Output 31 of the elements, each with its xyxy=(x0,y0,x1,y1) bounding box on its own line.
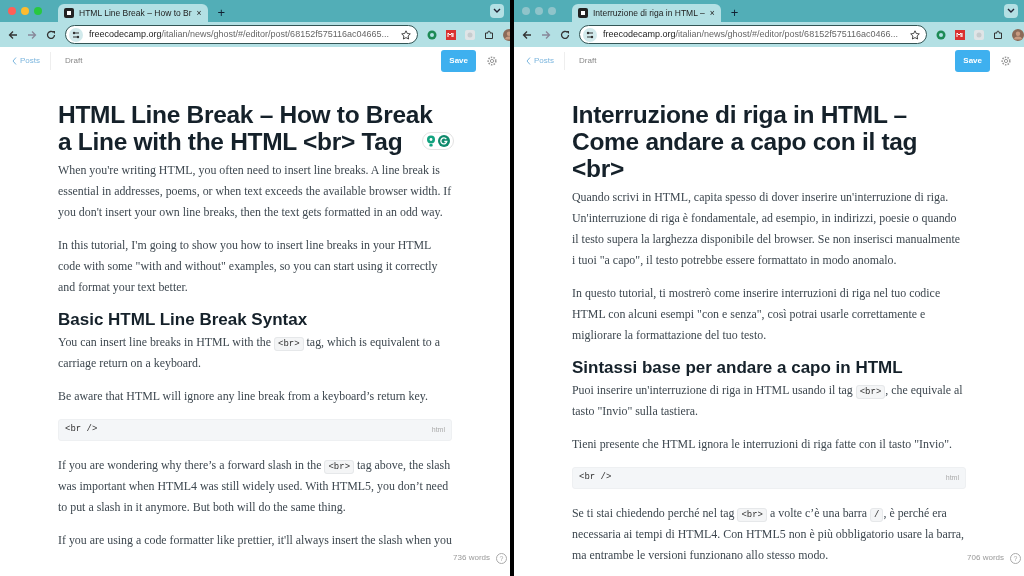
close-tab-button[interactable]: × xyxy=(709,6,715,20)
browser-tab[interactable]: HTML Line Break – How to Br × xyxy=(58,4,208,22)
post-title[interactable]: HTML Line Break – How to Break a Line with the HTML <br> Tag xyxy=(58,101,452,155)
post-status: Draft xyxy=(579,55,597,67)
code-text: <br /> xyxy=(65,423,98,436)
new-tab-button[interactable]: + xyxy=(213,4,230,22)
paragraph: Tieni presente che HTML ignora le interruzioni di riga fatte con il tasto "Invio". xyxy=(572,436,953,453)
address-bar[interactable]: freecodecamp.org/italian/news/ghost/#/editor/post/68152f575116ac0466... xyxy=(579,25,928,44)
post-status: Draft xyxy=(65,55,83,67)
word-count: 706 words xyxy=(967,552,1004,564)
section-heading: Basic HTML Line Break Syntax xyxy=(58,310,309,330)
paragraph: If you are using a code formatter like prettier, it'll always insert the slash when you xyxy=(58,531,452,549)
new-tab-button[interactable]: + xyxy=(726,4,743,22)
paragraph: Se ti stai chiedendo perché nel tag <br> a volte c’è una barra / , è perché era necessaria ai tempi di HTML4. Con HTML5 non è più obbligatorio usare la barra, ma entrambe le versioni funzionano allo stesso modo. xyxy=(572,504,965,564)
post-title[interactable]: Interruzione di riga in HTML – Come andare a capo con il tag <br> xyxy=(572,101,966,182)
code-text: <br /> xyxy=(579,471,612,484)
paragraph: Puoi inserire un'interruzione di riga in HTML usando il tag <br> , che equivale al tasto "Invio" sulla tastiera. xyxy=(572,382,964,420)
section-heading: Sintassi base per andare a capo in HTML xyxy=(572,358,904,378)
paragraph: In this tutorial, I'm going to show you how to insert line breaks in your HTML code with some "with and without" examples, so you can start using it correctly and format your text better. xyxy=(58,237,439,296)
close-tab-button[interactable]: × xyxy=(196,6,202,20)
address-bar[interactable]: freecodecamp.org/italian/news/ghost/#/editor/post/68152f575116ac04665... xyxy=(65,25,419,44)
word-count: 736 words xyxy=(453,552,490,564)
paragraph: When you're writing HTML, you often need to insert line breaks. A line break is essential in addresses, poems, or when text exceeds the available browser width. If you don't insert your own line breaks, then the text gets formatted in an odd way. xyxy=(58,162,452,221)
paragraph: Be aware that HTML will ignore any line break from a keyboard’s return key. xyxy=(58,388,429,405)
browser-tab[interactable]: Interruzione di riga in HTML – × xyxy=(572,4,721,22)
paragraph: Quando scrivi in HTML, capita spesso di dover inserire un'interruzione di riga. Un'interruzione di riga è fondamentale, ad esempio, in indirizzi, poesie o quando il testo supera la larghezza disponibile del browser. Se non inserisci manualmente i tuoi "a capo", il testo potrebbe essere formattato in modo anomalo. xyxy=(572,189,962,269)
paragraph: In questo tutorial, ti mostrerò come inserire interruzioni di riga nel tuo codice HTML con alcuni esempi "con e senza", così potrai usarle correttamente e migliorare la formattazione del tuo testo. xyxy=(572,285,942,344)
paragraph: If you are wondering why there’s a forward slash in the <br> tag above, the slash was important when HTML4 was still widely used. With HTML5, you don’t need to put a slash in it anymore. But both will do the same thing. xyxy=(58,456,452,516)
paragraph: You can insert line breaks in HTML with the <br> tag, which is equivalent to a carriage return on a keyboard. xyxy=(58,334,441,372)
url-text: freecodecamp.org/italian/news/ghost/#/editor/post/68152f575116ac04665... xyxy=(89,27,390,41)
url-text: freecodecamp.org/italian/news/ghost/#/editor/post/68152f575116ac0466... xyxy=(603,27,899,41)
